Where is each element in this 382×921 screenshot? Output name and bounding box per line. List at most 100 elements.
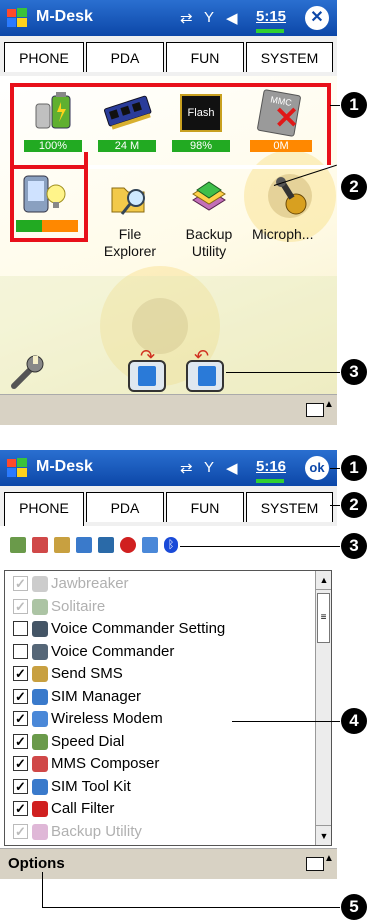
rotate-arrow-icon: ↷ (140, 346, 156, 366)
desktop-background: 100% 24 M Flash 98% MMC ✕ 0M File Explor… (0, 76, 337, 394)
callout-1: 1 (341, 455, 367, 481)
enable-checkbox[interactable] (13, 621, 28, 636)
connectivity-icon[interactable]: ⇄ (180, 9, 193, 27)
callout-2: 2 (341, 492, 367, 518)
sim-manager-icon[interactable] (98, 537, 114, 553)
scroll-thumb[interactable]: ≡ (317, 593, 330, 643)
settings-wrench-icon[interactable] (8, 352, 48, 392)
speed-dial-icon[interactable] (10, 537, 26, 553)
callout-3: 3 (341, 359, 367, 385)
enable-checkbox[interactable]: ✓ (13, 801, 28, 816)
backlight-level (16, 220, 78, 232)
rotate-left-button[interactable]: ↷ (128, 346, 166, 392)
bluetooth-icon[interactable]: ᛒ (164, 537, 178, 553)
list-item[interactable]: ✓ Speed Dial (13, 731, 313, 753)
list-item[interactable]: ✓ Wireless Modem (13, 708, 313, 730)
list-item-label: SIM Manager (51, 687, 142, 705)
list-item[interactable]: ✓ Solitaire (13, 596, 313, 618)
keyboard-icon[interactable] (306, 403, 324, 417)
enable-checkbox[interactable]: ✓ (13, 778, 28, 794)
tab-strip: PHONE PDA FUN SYSTEM (0, 486, 337, 526)
enable-checkbox[interactable]: ✓ (13, 823, 28, 839)
connectivity-icon[interactable]: ⇄ (180, 459, 193, 477)
windows-start-icon[interactable] (6, 7, 28, 29)
wireless-modem-icon[interactable] (142, 537, 158, 553)
enable-checkbox[interactable]: ✓ (13, 688, 28, 704)
flash-tile[interactable]: Flash 98% (172, 90, 232, 158)
send-sms-icon[interactable] (54, 537, 70, 553)
options-menu[interactable]: Options (8, 855, 65, 872)
program-icon (32, 778, 48, 795)
memory-tile[interactable]: 24 M (98, 90, 158, 158)
scrollbar[interactable]: ▲ ≡ ▼ (315, 571, 331, 845)
list-item-label: Wireless Modem (51, 710, 163, 727)
title-bar: M-Desk ⇄ Y ◀ 5:16 ok (0, 450, 337, 486)
enable-checkbox[interactable] (13, 643, 28, 659)
tab-system[interactable]: SYSTEM (246, 42, 333, 72)
callout-line-5 (42, 907, 340, 908)
sim-tool-kit-icon[interactable] (76, 537, 92, 553)
scroll-down-arrow-icon[interactable]: ▼ (316, 825, 331, 845)
keyboard-icon[interactable] (306, 857, 324, 871)
enable-checkbox[interactable]: ✓ (13, 733, 28, 749)
close-icon: ✕ (310, 9, 324, 26)
app-backup-utility[interactable]: Backup Utility (176, 170, 242, 262)
app-label: Microph... (252, 226, 314, 242)
list-item[interactable]: ✓ SIM Tool Kit (13, 776, 313, 798)
app-microphone[interactable]: Microph... (252, 170, 332, 262)
tab-system[interactable]: SYSTEM (246, 492, 333, 522)
enable-checkbox[interactable]: ✓ (13, 666, 28, 681)
rotate-right-button[interactable]: ↶ (186, 346, 224, 392)
input-menu-arrow-icon[interactable]: ▲ (324, 399, 334, 410)
close-button[interactable]: ✕ (305, 6, 329, 30)
tab-fun[interactable]: FUN (166, 492, 244, 522)
program-list: ✓ Jawbreaker ✓ Solitaire Voice Commander Set… (4, 570, 332, 846)
clock[interactable]: 5:15 (256, 8, 286, 25)
volume-icon[interactable]: ◀ (226, 9, 238, 27)
mmc-tile[interactable]: MMC ✕ 0M (250, 89, 314, 158)
tab-fun[interactable]: FUN (166, 42, 244, 72)
list-item[interactable]: ✓ MMS Composer (13, 753, 313, 775)
callout-line-1 (330, 468, 340, 469)
list-item[interactable]: Voice Commander Setting (13, 618, 313, 640)
callout-line-2 (330, 505, 340, 506)
app-label: File Explorer (103, 226, 157, 259)
list-item[interactable]: Voice Commander (13, 641, 313, 663)
windows-start-icon[interactable] (6, 457, 28, 479)
program-icon (32, 688, 48, 705)
enable-checkbox[interactable]: ✓ (13, 711, 28, 726)
clock[interactable]: 5:16 (256, 458, 286, 475)
list-item[interactable]: ✓ Call Filter (13, 798, 313, 820)
signal-off-icon[interactable]: Y (204, 459, 214, 476)
battery-tile[interactable]: 100% (24, 90, 84, 158)
callout-2: 2 (341, 174, 367, 200)
scroll-up-arrow-icon[interactable]: ▲ (316, 571, 331, 590)
tab-phone[interactable]: PHONE (4, 42, 84, 72)
list-item-label: MMS Composer (51, 755, 160, 772)
list-item[interactable]: ✓ SIM Manager (13, 686, 313, 708)
call-filter-icon[interactable] (120, 537, 136, 553)
enable-checkbox[interactable]: ✓ (13, 576, 28, 591)
program-icon (32, 756, 48, 772)
command-bar: Options ▲ (0, 848, 337, 879)
input-menu-arrow-icon[interactable]: ▲ (324, 853, 334, 864)
signal-off-icon[interactable]: Y (204, 9, 214, 26)
flash-level: 98% (172, 140, 230, 152)
flash-chip-icon: Flash (180, 94, 222, 132)
enable-checkbox[interactable]: ✓ (13, 598, 28, 614)
tab-pda[interactable]: PDA (86, 492, 164, 522)
tab-phone[interactable]: PHONE (4, 492, 84, 526)
display-tile[interactable] (16, 172, 78, 234)
command-bar: ▲ (0, 394, 337, 425)
tab-pda[interactable]: PDA (86, 42, 164, 72)
list-item[interactable]: ✓ Backup Utility (13, 821, 313, 843)
list-item[interactable]: ✓ Send SMS (13, 663, 313, 685)
mms-composer-icon[interactable] (32, 537, 48, 553)
enable-checkbox[interactable]: ✓ (13, 756, 28, 771)
battery-level: 100% (24, 140, 82, 152)
app-file-explorer[interactable]: File Explorer (98, 170, 162, 262)
volume-icon[interactable]: ◀ (226, 459, 238, 477)
list-item[interactable]: ✓ Jawbreaker (13, 573, 313, 595)
ok-button[interactable]: ok (305, 456, 329, 480)
mdesk-screen-top: M-Desk ⇄ Y ◀ 5:15 ✕ PHONE PDA FUN SYSTEM (0, 0, 337, 448)
